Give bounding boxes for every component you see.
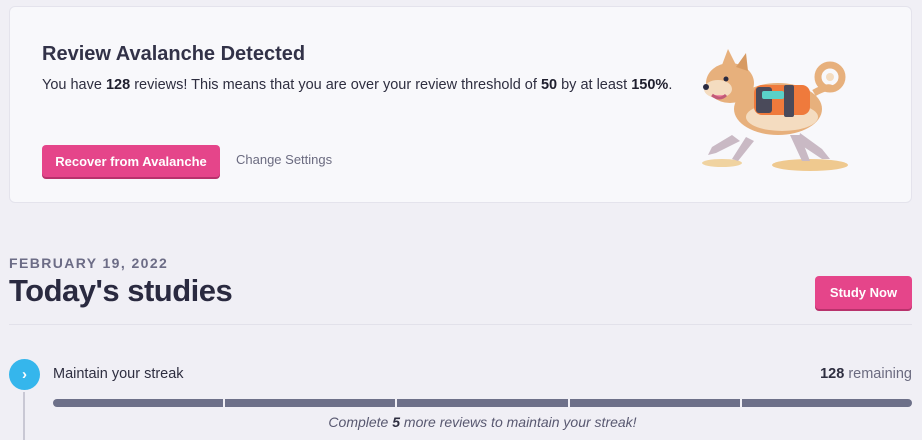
shiba-dog-icon [702,49,848,171]
over-threshold-percent: 150% [631,77,669,93]
hint-count: 5 [392,414,401,430]
timeline-line [23,392,25,440]
review-count: 128 [105,77,131,93]
change-settings-link[interactable]: Change Settings [236,152,332,167]
remaining-count: 128 remaining [820,366,912,382]
chevron-right-icon: › [22,366,27,383]
alert-text-mid1: reviews! This means that you are over yo… [130,77,541,93]
progress-segment [225,399,398,407]
section-divider [9,324,912,325]
hint-prefix: Complete [328,414,393,430]
progress-segment [742,399,912,407]
progress-segment [397,399,570,407]
review-threshold: 50 [540,77,558,93]
study-date: FEBRUARY 19, 2022 [9,255,169,271]
alert-text-prefix: You have [42,77,106,93]
progress-segment [53,399,226,407]
alert-text-mid2: by at least [557,77,632,93]
alert-text-suffix: . [668,77,673,93]
streak-progress-bar [53,399,912,407]
recover-from-avalanche-button[interactable]: Recover from Avalanche [42,145,220,177]
alert-title: Review Avalanche Detected [42,43,306,65]
avalanche-alert-card: Review Avalanche Detected You have 128 r… [9,6,912,203]
hint-suffix: more reviews to maintain your streak! [400,414,637,430]
page-title: Today's studies [9,273,233,308]
step-expand-button[interactable]: › [9,359,40,390]
remaining-number: 128 [820,366,845,382]
streak-goal-label: Maintain your streak [53,366,184,382]
alert-message: You have 128 reviews! This means that yo… [42,75,682,96]
study-now-button[interactable]: Study Now [815,276,912,309]
progress-segment [570,399,742,407]
streak-hint: Complete 5 more reviews to maintain your… [53,414,912,430]
remaining-label: remaining [844,366,912,382]
